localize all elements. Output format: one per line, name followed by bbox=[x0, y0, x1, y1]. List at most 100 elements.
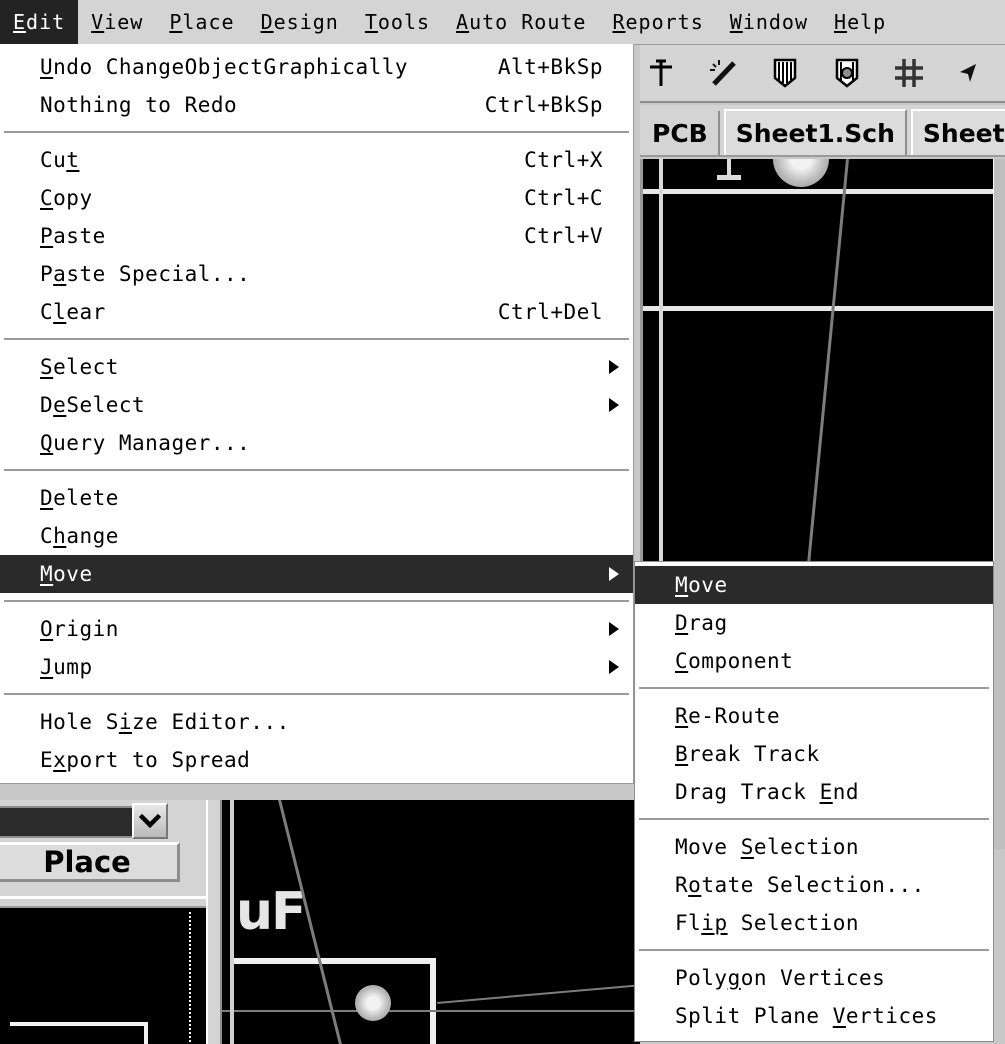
menu-item-label: Cut bbox=[40, 148, 80, 172]
tab-sheet2[interactable]: Sheet bbox=[910, 109, 1005, 155]
menu-item-label: DeSelect bbox=[40, 393, 146, 417]
layer-stack-edit-icon[interactable] bbox=[830, 56, 864, 90]
menu-item-deselect[interactable]: DeSelect bbox=[0, 386, 633, 424]
magic-wand-icon[interactable] bbox=[706, 56, 740, 90]
menu-item-select[interactable]: Select bbox=[0, 348, 633, 386]
menu-separator bbox=[4, 131, 629, 134]
menu-item-clear[interactable]: Clear Ctrl+Del bbox=[0, 293, 633, 331]
menu-item-move[interactable]: Move bbox=[635, 566, 993, 604]
chevron-down-icon[interactable] bbox=[132, 803, 168, 839]
menu-item-label: Select bbox=[40, 355, 119, 379]
layer-stack-icon[interactable] bbox=[768, 56, 802, 90]
menu-separator bbox=[4, 469, 629, 472]
net-trace bbox=[437, 983, 640, 1004]
place-button-label: Place bbox=[43, 845, 131, 879]
menu-item-drag[interactable]: Drag bbox=[635, 604, 993, 642]
pad-tee bbox=[717, 175, 741, 180]
menu-item-shortcut: Ctrl+C bbox=[524, 186, 603, 210]
menu-item-change[interactable]: Change bbox=[0, 517, 633, 555]
canvas-scrollbar-bottom-left[interactable] bbox=[187, 912, 197, 1044]
footprint-outline-top bbox=[230, 958, 436, 964]
menu-item-label: Change bbox=[40, 524, 119, 548]
tab-label: Sheet1.Sch bbox=[735, 118, 895, 148]
grid-icon[interactable] bbox=[892, 56, 926, 90]
menubar-item-tools[interactable]: Tools bbox=[352, 0, 443, 44]
edit-dropdown-menu: Undo ChangeObjectGraphically Alt+BkSp Noth… bbox=[0, 44, 634, 784]
place-button[interactable]: Place bbox=[0, 842, 180, 882]
menu-item-shortcut: Ctrl+X bbox=[524, 148, 603, 172]
menu-item-shortcut: Ctrl+BkSp bbox=[484, 93, 603, 117]
menu-item-label: Export to Spread bbox=[40, 748, 251, 772]
menu-separator bbox=[639, 818, 989, 821]
menu-item-flip-selection[interactable]: Flip Selection bbox=[635, 904, 993, 942]
menu-separator bbox=[639, 687, 989, 690]
menu-item-move[interactable]: Move bbox=[0, 555, 633, 593]
application-window: PCB Sheet1.Sch Sheet Place uF E dit V ie… bbox=[0, 0, 1005, 1044]
menu-item-break-track[interactable]: Break Track bbox=[635, 735, 993, 773]
menu-item-copy[interactable]: Copy Ctrl+C bbox=[0, 179, 633, 217]
menu-item-label: Copy bbox=[40, 186, 93, 210]
menubar-item-view[interactable]: View bbox=[78, 0, 156, 44]
menu-item-re-route[interactable]: Re-Route bbox=[635, 697, 993, 735]
menu-separator bbox=[639, 949, 989, 952]
menu-item-label: Query Manager... bbox=[40, 431, 251, 455]
menubar-item-window[interactable]: Window bbox=[717, 0, 821, 44]
menubar-item-place[interactable]: Place bbox=[156, 0, 247, 44]
mnemonic: V bbox=[91, 10, 105, 34]
pcb-canvas-bottom-center[interactable]: uF bbox=[222, 800, 640, 1044]
menu-separator bbox=[4, 693, 629, 696]
menu-item-query-manager[interactable]: Query Manager... bbox=[0, 424, 633, 462]
menubar-item-auto-route[interactable]: Auto Route bbox=[443, 0, 599, 44]
menu-item-export-to-spread[interactable]: Export to Spread bbox=[0, 741, 633, 779]
menu-item-rotate-selection[interactable]: Rotate Selection... bbox=[635, 866, 993, 904]
menubar-item-edit[interactable]: Edit bbox=[0, 0, 79, 44]
canvas-scrollbar-right[interactable] bbox=[993, 159, 1005, 849]
board-outline-line bbox=[144, 1022, 148, 1044]
menu-item-delete[interactable]: Delete bbox=[0, 479, 633, 517]
arrow-cursor-icon[interactable] bbox=[954, 56, 988, 90]
menu-item-split-plane-vertices[interactable]: Split Plane Vertices bbox=[635, 997, 993, 1035]
chevron-right-icon bbox=[609, 360, 619, 374]
menubar-item-help[interactable]: Help bbox=[821, 0, 899, 44]
menu-item-drag-track-end[interactable]: Drag Track End bbox=[635, 773, 993, 811]
menu-separator bbox=[4, 600, 629, 603]
menu-item-polygon-vertices[interactable]: Polygon Vertices bbox=[635, 959, 993, 997]
board-outline-line bbox=[643, 189, 1005, 194]
menu-item-label: Split Plane Vertices bbox=[675, 1004, 938, 1028]
menu-item-label: Delete bbox=[40, 486, 119, 510]
panel-splitter[interactable] bbox=[206, 800, 222, 1044]
menu-item-label: Clear bbox=[40, 300, 106, 324]
menu-item-paste-special[interactable]: Paste Special... bbox=[0, 255, 633, 293]
menu-item-undo-changeobjectgraphically[interactable]: Undo ChangeObjectGraphically Alt+BkSp bbox=[0, 48, 633, 86]
menu-bar: Edit View Place Design Tools Auto Route … bbox=[0, 0, 1005, 45]
mnemonic: E bbox=[13, 10, 27, 34]
pad-round bbox=[355, 985, 391, 1021]
menu-item-cut[interactable]: Cut Ctrl+X bbox=[0, 141, 633, 179]
menubar-item-reports[interactable]: Reports bbox=[599, 0, 716, 44]
menu-item-jump[interactable]: Jump bbox=[0, 648, 633, 686]
component-value-label: uF bbox=[236, 882, 307, 942]
menubar-item-design[interactable]: Design bbox=[248, 0, 352, 44]
menu-item-origin[interactable]: Origin bbox=[0, 610, 633, 648]
menu-item-label: Drag bbox=[675, 611, 728, 635]
menu-item-shortcut: Ctrl+Del bbox=[497, 300, 603, 324]
menu-item-component[interactable]: Component bbox=[635, 642, 993, 680]
panel-divider bbox=[0, 896, 218, 908]
pcb-canvas-bottom-left[interactable] bbox=[0, 908, 206, 1044]
menu-item-hole-size-editor[interactable]: Hole Size Editor... bbox=[0, 703, 633, 741]
board-outline-line bbox=[230, 800, 234, 1044]
menu-item-label: Origin bbox=[40, 617, 119, 641]
menu-item-label: Undo ChangeObjectGraphically bbox=[40, 55, 409, 79]
menu-item-paste[interactable]: Paste Ctrl+V bbox=[0, 217, 633, 255]
menu-item-label: Hole Size Editor... bbox=[40, 710, 290, 734]
tab-sheet1-sch[interactable]: Sheet1.Sch bbox=[723, 109, 907, 155]
mnemonic: D bbox=[260, 10, 274, 34]
menu-item-move-selection[interactable]: Move Selection bbox=[635, 828, 993, 866]
pad-round bbox=[773, 159, 829, 187]
tab-pcb[interactable]: PCB bbox=[642, 111, 720, 155]
menu-item-nothing-to-redo[interactable]: Nothing to Redo Ctrl+BkSp bbox=[0, 86, 633, 124]
menu-item-label: Re-Route bbox=[675, 704, 781, 728]
menu-item-label: Jump bbox=[40, 655, 93, 679]
board-outline-line bbox=[643, 306, 1005, 311]
crosshair-place-icon[interactable] bbox=[644, 56, 678, 90]
